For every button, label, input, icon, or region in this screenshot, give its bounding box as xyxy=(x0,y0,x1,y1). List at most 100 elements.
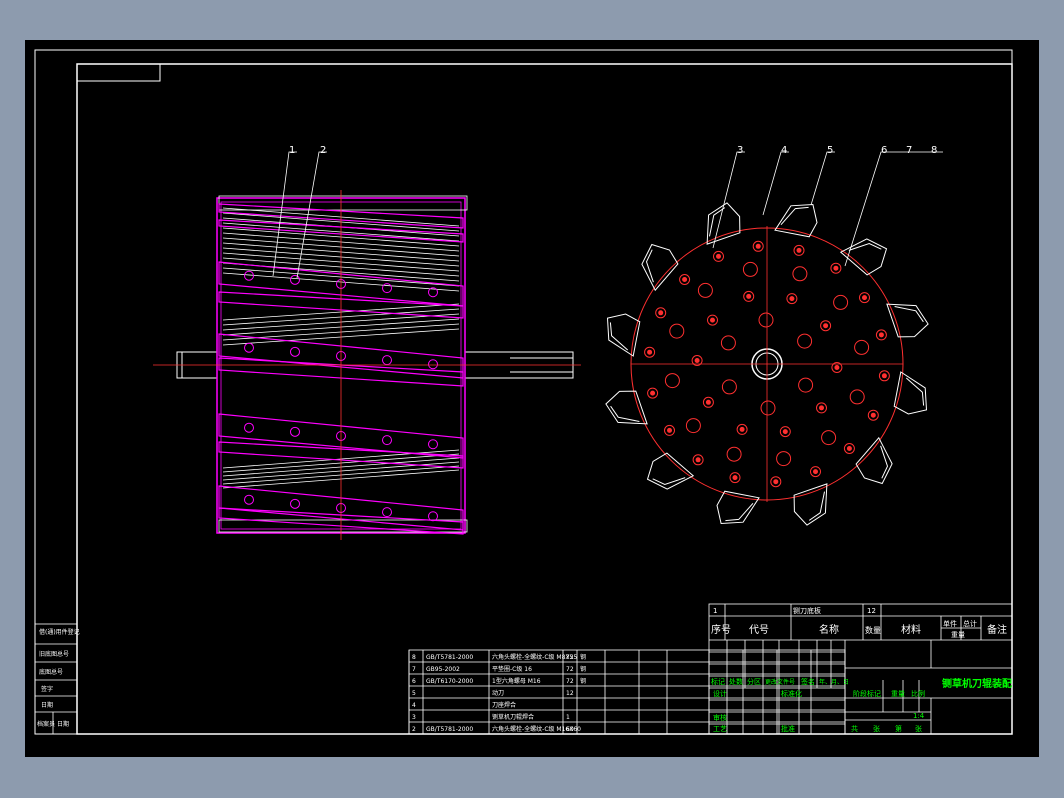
bolt-hole xyxy=(792,266,808,282)
bill-of-materials: 8 GB/T5781-2000 六角头螺栓-全螺纹-C级 M8X5572 钢7 GB95… xyxy=(408,649,846,735)
bolt-hole xyxy=(776,451,792,467)
left-side-strip xyxy=(34,623,78,735)
tooth-edge xyxy=(880,445,889,479)
nut-hole xyxy=(695,457,701,463)
rev-label-3: 更改文件号 xyxy=(765,678,795,686)
role-process: 工艺 xyxy=(713,725,727,733)
nut-hole xyxy=(667,427,672,433)
side-label-6: 日期 xyxy=(57,720,69,728)
tooth-edge xyxy=(780,206,809,226)
nut-hole xyxy=(796,247,802,253)
side-label-4: 日期 xyxy=(41,701,53,709)
nut-hole xyxy=(789,296,795,302)
nut-hole xyxy=(746,293,752,299)
bolt-hole xyxy=(798,377,814,393)
nut-hole xyxy=(870,412,876,418)
bolt-hole xyxy=(244,422,254,433)
leader-4 xyxy=(762,151,789,216)
rev-label-1: 处数 xyxy=(729,677,743,686)
bolt-hole xyxy=(382,507,392,518)
side-label-2: 底图总号 xyxy=(39,668,63,676)
bolt-hole xyxy=(833,294,849,310)
bom-cell-qty: 72 xyxy=(566,666,574,673)
bom-cell-no: 5 xyxy=(412,690,416,697)
sheet-label-2: 第 xyxy=(895,724,902,733)
part-label-4: 4 xyxy=(781,145,787,156)
nut-hole xyxy=(755,243,761,249)
tooth-edge xyxy=(905,377,925,406)
bom-cell-name: 动刀 xyxy=(492,690,504,697)
bom-cell-no: 7 xyxy=(412,666,416,673)
bom-cell-qty: 12 xyxy=(566,690,574,697)
nut-hole xyxy=(705,399,711,405)
bom-cell-code: GB/T5781-2000 xyxy=(426,654,473,661)
rev-label-0: 标记 xyxy=(711,677,725,686)
bom-cell-qty: 72 xyxy=(566,654,574,661)
part-label-1: 1 xyxy=(289,145,295,156)
bom-cell-code: GB/T5781-2000 xyxy=(426,726,473,733)
roller-side-view: 1 2 xyxy=(153,145,581,540)
bolt-hole xyxy=(382,283,392,294)
cutter-tooth xyxy=(716,490,760,525)
sheet-label-1: 张 xyxy=(873,724,880,733)
bom-cell-name: 铡草机刀辊焊合 xyxy=(492,713,534,721)
bolt-hole xyxy=(428,511,438,522)
side-label-1: 旧底图总号 xyxy=(39,650,69,658)
bom-frame xyxy=(408,649,846,735)
stage-weight: 重量 xyxy=(891,690,905,698)
cad-drawing: 1 2 3 4 5 6 7 8 借(通)用件登记 旧底图总号 底图总号 签字 日… xyxy=(34,49,1013,735)
tooth-edge xyxy=(894,306,924,323)
bolt-hole xyxy=(244,270,254,281)
tb-row1-no: 1 xyxy=(713,607,717,615)
part-label-3: 3 xyxy=(737,145,743,156)
tooth-edge xyxy=(725,502,754,522)
bom-cell-mat: 钢 xyxy=(580,677,586,685)
bom-cell-name: 六角头螺栓-全螺纹-C级 M8X55 xyxy=(492,653,577,661)
nut-hole xyxy=(782,429,788,435)
bolt-hole xyxy=(664,373,680,389)
bolt-hole xyxy=(290,498,300,509)
bolt-hole xyxy=(244,342,254,353)
role-standard: 标准化 xyxy=(781,689,802,698)
nut-hole xyxy=(878,332,884,338)
bom-cell-qty: 72 xyxy=(566,678,574,685)
part-label-2: 2 xyxy=(320,145,326,156)
side-label-0: 借(通)用件登记 xyxy=(39,628,80,636)
bolt-hole xyxy=(428,439,438,450)
role-check: 审核 xyxy=(713,713,727,722)
tooth-edge xyxy=(652,477,686,486)
nut-hole xyxy=(833,265,839,271)
bolt-hole xyxy=(849,389,865,405)
tb-head-total: 总计 xyxy=(963,619,977,628)
nut-hole xyxy=(823,323,829,329)
bolt-hole xyxy=(685,418,701,434)
roller-end-view: 3 4 5 6 7 8 xyxy=(605,145,943,526)
cutter-tooth xyxy=(641,243,679,292)
nut-hole xyxy=(647,349,653,355)
nut-hole xyxy=(881,373,887,379)
nut-hole xyxy=(650,390,656,396)
bolt-hole xyxy=(821,430,837,446)
cutter-tooth xyxy=(855,436,893,485)
side-label-5: 档案员 xyxy=(37,720,55,728)
rev-label-5: 年、月、日 xyxy=(819,678,849,686)
bolt-hole xyxy=(382,355,392,366)
bom-cell-name: 刀座焊合 xyxy=(492,701,516,709)
tb-head-material: 材料 xyxy=(901,623,921,636)
cutter-tooth xyxy=(646,452,695,490)
tooth-edge xyxy=(808,491,825,521)
part-label-8: 8 xyxy=(931,145,937,156)
tb-head-no: 序号 xyxy=(711,623,731,636)
leader-5 xyxy=(810,151,835,206)
nut-hole xyxy=(694,358,700,363)
bolt-hole xyxy=(382,435,392,446)
bom-cell-code: GB95-2002 xyxy=(426,666,460,673)
bolt-hole xyxy=(290,346,300,357)
nut-hole xyxy=(813,469,818,475)
bom-cell-mat: 钢 xyxy=(580,665,586,673)
tooth-edge xyxy=(610,405,640,422)
bolt-hole xyxy=(428,359,438,370)
cutter-tooth xyxy=(893,371,928,415)
nut-hole xyxy=(716,253,721,259)
tb-head-weight: 重量 xyxy=(951,631,965,639)
